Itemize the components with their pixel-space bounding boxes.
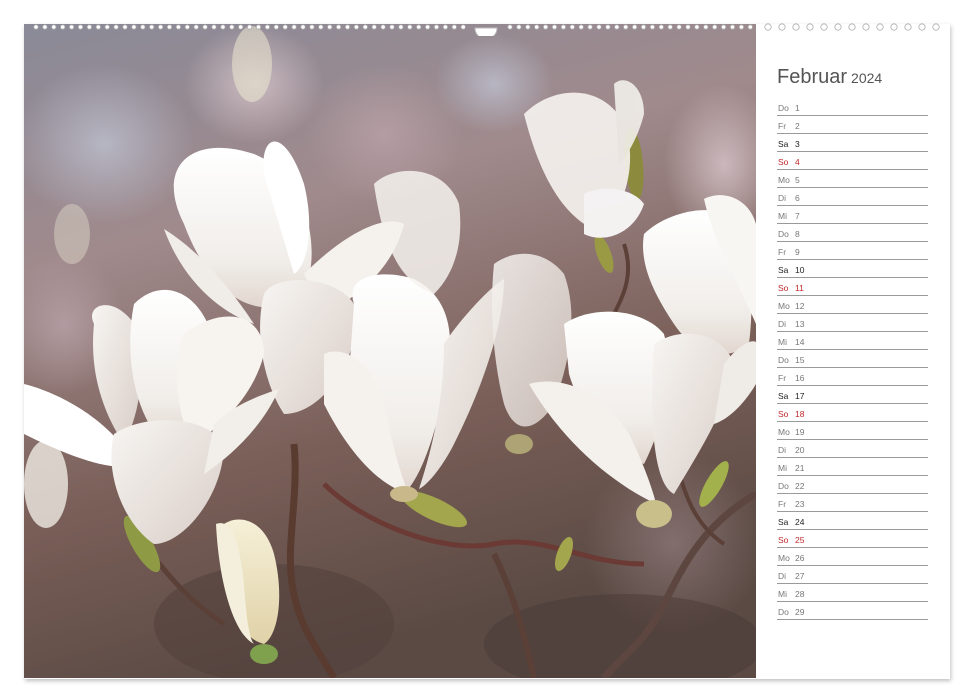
day-weekday: Mo	[778, 427, 790, 437]
day-number: 16	[795, 373, 805, 383]
day-list: Do 1 Fr 2 Sa 3 So 4 Mo 5 Di 6 Mi 7 Do 8 Fr 9 Sa 10 So 11 Mo 12 D…	[777, 98, 928, 620]
day-row: So 18	[777, 404, 928, 422]
month-name: Februar	[777, 66, 848, 88]
day-weekday: Do	[778, 355, 789, 365]
day-row: Do 8	[777, 224, 928, 242]
day-number: 29	[795, 607, 805, 617]
day-weekday: Fr	[778, 121, 787, 131]
day-row: Sa 24	[777, 512, 928, 530]
day-row: Mo 26	[777, 548, 928, 566]
day-weekday: Mi	[778, 463, 787, 473]
day-row: Di 6	[777, 188, 928, 206]
day-weekday: So	[778, 157, 789, 167]
day-number: 24	[795, 517, 805, 527]
day-number: 1	[795, 103, 800, 113]
day-weekday: Sa	[778, 517, 789, 527]
day-row: Do 1	[777, 98, 928, 116]
day-row: Fr 23	[777, 494, 928, 512]
day-weekday: Sa	[778, 265, 789, 275]
day-weekday: Sa	[778, 139, 789, 149]
day-number: 26	[795, 553, 805, 563]
day-number: 7	[795, 211, 800, 221]
day-row: Fr 16	[777, 368, 928, 386]
month-year: 2024	[851, 70, 883, 86]
day-weekday: Fr	[778, 247, 787, 257]
day-row: Do 15	[777, 350, 928, 368]
day-weekday: Di	[778, 445, 787, 455]
day-weekday: Di	[778, 193, 787, 203]
day-row: So 11	[777, 278, 928, 296]
day-weekday: Mo	[778, 301, 790, 311]
day-number: 22	[795, 481, 805, 491]
day-number: 15	[795, 355, 805, 365]
day-weekday: Do	[778, 607, 789, 617]
day-row: Mi 21	[777, 458, 928, 476]
day-number: 13	[795, 319, 805, 329]
day-weekday: So	[778, 535, 789, 545]
day-number: 9	[795, 247, 800, 257]
day-row: So 4	[777, 152, 928, 170]
day-number: 4	[795, 157, 800, 167]
day-number: 5	[795, 175, 800, 185]
day-weekday: Fr	[778, 373, 787, 383]
day-row: Mi 14	[777, 332, 928, 350]
day-weekday: Do	[778, 481, 789, 491]
day-row: Mo 12	[777, 296, 928, 314]
day-row: Mo 19	[777, 422, 928, 440]
day-weekday: Di	[778, 319, 787, 329]
day-weekday: Fr	[778, 499, 787, 509]
day-number: 6	[795, 193, 800, 203]
day-row: Sa 10	[777, 260, 928, 278]
day-number: 23	[795, 499, 805, 509]
day-row: Di 20	[777, 440, 928, 458]
day-number: 25	[795, 535, 805, 545]
day-weekday: Mi	[778, 337, 787, 347]
day-weekday: Do	[778, 229, 789, 239]
day-row: Do 29	[777, 602, 928, 620]
day-row: Mo 5	[777, 170, 928, 188]
day-number: 20	[795, 445, 805, 455]
day-number: 8	[795, 229, 800, 239]
day-number: 3	[795, 139, 800, 149]
day-row: Sa 3	[777, 134, 928, 152]
day-row: Di 13	[777, 314, 928, 332]
day-weekday: Do	[778, 103, 789, 113]
day-weekday: Mi	[778, 589, 787, 599]
day-weekday: Mi	[778, 211, 787, 221]
day-row: Do 22	[777, 476, 928, 494]
day-number: 12	[795, 301, 805, 311]
day-number: 10	[795, 265, 805, 275]
calendar-page: Februar 2024 Do 1 Fr 2 Sa 3 So 4 Mo 5 Di 6 Mi 7 Do 8 Fr 9 S…	[0, 0, 971, 700]
day-number: 27	[795, 571, 805, 581]
day-row: Sa 17	[777, 386, 928, 404]
day-weekday: Di	[778, 571, 787, 581]
day-row: Fr 2	[777, 116, 928, 134]
day-number: 28	[795, 589, 805, 599]
day-row: Mi 7	[777, 206, 928, 224]
day-row: Di 27	[777, 566, 928, 584]
day-weekday: So	[778, 409, 789, 419]
day-number: 14	[795, 337, 805, 347]
magnolia-photo	[24, 24, 756, 678]
day-row: So 25	[777, 530, 928, 548]
day-number: 17	[795, 391, 805, 401]
day-number: 11	[795, 283, 804, 293]
day-weekday: Mo	[778, 553, 790, 563]
day-weekday: Sa	[778, 391, 789, 401]
day-row: Mi 28	[777, 584, 928, 602]
day-number: 21	[795, 463, 805, 473]
day-number: 18	[795, 409, 805, 419]
day-number: 19	[795, 427, 805, 437]
day-weekday: So	[778, 283, 789, 293]
day-number: 2	[795, 121, 800, 131]
day-weekday: Mo	[778, 175, 790, 185]
month-title: Februar 2024	[777, 66, 882, 89]
day-row: Fr 9	[777, 242, 928, 260]
